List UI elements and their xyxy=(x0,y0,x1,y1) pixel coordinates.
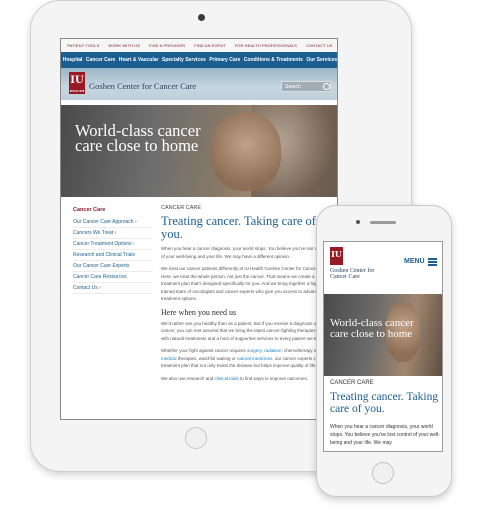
subheading: Here when you need us xyxy=(161,307,237,317)
sidebar-title[interactable]: Cancer Care xyxy=(73,207,105,213)
section-label: CANCER CARE xyxy=(161,205,202,211)
phone-hero-headline: World-class cancer care close to home xyxy=(330,317,414,340)
nav-item-heart-vascular[interactable]: Heart & Vascular xyxy=(119,57,159,63)
utility-link-contact-us[interactable]: CONTACT US xyxy=(306,43,333,48)
sidebar-list: Our Cancer Care Approach › Cancers We Tr… xyxy=(73,217,153,294)
phone-home-button[interactable] xyxy=(372,462,394,484)
search-icon[interactable] xyxy=(323,83,330,90)
nav-item-our-services[interactable]: Our Services xyxy=(306,57,337,63)
iu-health-logo[interactable]: IU HEALTH xyxy=(69,72,85,94)
intro-paragraph: When you hear a cancer diagnosis, your w… xyxy=(161,246,329,259)
sidebar-item-cancers-we-treat[interactable]: Cancers We Treat › xyxy=(73,228,153,239)
utility-link-work-with-us[interactable]: WORK WITH US xyxy=(108,43,140,48)
main-content: CANCER CARE Treating cancer. Taking care… xyxy=(161,205,331,387)
utility-link-find-provider[interactable]: FIND A PROVIDER xyxy=(149,43,185,48)
phone-brand-name: Goshen Center for Cancer Care xyxy=(330,268,375,280)
rather-paragraph: We'd rather see you healthy than as a pa… xyxy=(161,320,330,341)
nav-item-specialty-services[interactable]: Specialty Services xyxy=(162,57,206,63)
research-text-start: We also use research and xyxy=(161,375,215,381)
sidebar-item-research-trials[interactable]: Research and Clinical Trials xyxy=(73,250,153,261)
utility-nav: PATIENT TOOLS WORK WITH US FIND A PROVID… xyxy=(61,39,337,53)
treatments-paragraph: Whether your fight against cancer requir… xyxy=(161,347,331,370)
phone-section-label: CANCER CARE xyxy=(330,380,374,386)
treatments-text-mid2: therapies, watchful waiting or xyxy=(176,355,238,361)
phone-speaker xyxy=(370,221,396,224)
phone-camera-icon xyxy=(356,220,360,224)
nav-item-conditions-treatments[interactable]: Conditions & Treatments xyxy=(244,57,303,63)
nav-item-cancer-care[interactable]: Cancer Care xyxy=(86,57,115,63)
utility-link-find-event[interactable]: FIND AN EVENT xyxy=(194,43,226,48)
hero-photo-face xyxy=(211,113,281,191)
sidebar-item-approach[interactable]: Our Cancer Care Approach › xyxy=(73,217,153,228)
tablet-home-button[interactable] xyxy=(185,427,207,449)
logo-sub: HEALTH xyxy=(69,89,85,93)
sidebar-item-contact[interactable]: Contact Us › xyxy=(73,283,153,294)
page-title: Treating cancer. Taking care of you. xyxy=(161,214,316,241)
menu-icon[interactable] xyxy=(428,258,437,266)
sidebar-item-treatment-options[interactable]: Cancer Treatment Options › xyxy=(73,239,153,250)
treatments-text-start: Whether your fight against cancer requir… xyxy=(161,348,248,353)
utility-link-health-professionals[interactable]: FOR HEALTH PROFESSIONALS xyxy=(235,43,297,48)
phone-screen: IU Goshen Center for Cancer Care MENU Wo… xyxy=(323,241,443,452)
phone-iu-logo[interactable]: IU xyxy=(330,247,343,265)
brand-name: Goshen Center for Cancer Care xyxy=(89,81,197,91)
main-nav: Hospital Cancer Care Heart & Vascular Sp… xyxy=(61,52,337,68)
nav-item-hospital[interactable]: Hospital xyxy=(63,57,83,63)
natural-medicines-link[interactable]: natural medicines xyxy=(237,356,272,361)
utility-link-patient-tools[interactable]: PATIENT TOOLS xyxy=(67,43,99,48)
surgery-link[interactable]: surgery xyxy=(247,348,262,353)
tablet-screen: PATIENT TOOLS WORK WITH US FIND A PROVID… xyxy=(60,38,338,420)
phone-menu-button[interactable]: MENU xyxy=(404,258,425,265)
medical-link[interactable]: medical xyxy=(161,356,177,361)
approach-paragraph: We treat our cancer patients differently… xyxy=(161,266,330,301)
logo-mark: IU xyxy=(70,75,84,86)
clinical-trials-link[interactable]: clinical trials xyxy=(214,376,238,381)
phone-page-title: Treating cancer. Taking care of you. xyxy=(330,391,439,415)
tablet-camera-icon xyxy=(198,14,205,21)
research-paragraph: We also use research and clinical trials… xyxy=(161,375,331,383)
nav-item-primary-care[interactable]: Primary Care xyxy=(209,57,240,63)
phone-intro-paragraph: When you hear a cancer diagnosis, your w… xyxy=(330,424,440,446)
sidebar-item-resources[interactable]: Cancer Care Resources xyxy=(73,272,153,283)
sidebar-item-experts[interactable]: Our Cancer Care Experts xyxy=(73,261,153,272)
radiation-link[interactable]: radiation xyxy=(264,348,281,353)
research-text-end: to find ways to improve outcomes. xyxy=(238,375,308,381)
hero-headline: World-class cancer care close to home xyxy=(75,121,201,155)
brand-bar: IU HEALTH Goshen Center for Cancer Care … xyxy=(61,68,337,100)
